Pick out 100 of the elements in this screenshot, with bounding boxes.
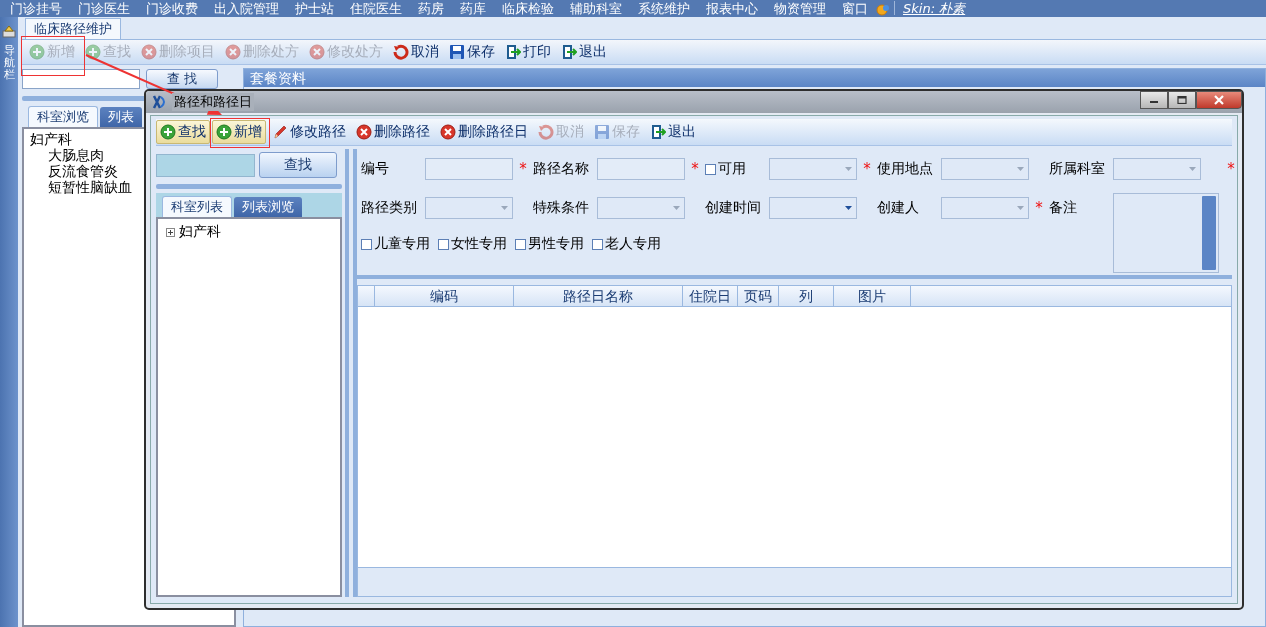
menu-item[interactable]: 辅助科室 (562, 2, 630, 15)
field-label: 备注 (1049, 199, 1078, 217)
menu-item[interactable]: 系统维护 (630, 2, 698, 15)
dropdown-field[interactable] (597, 197, 685, 219)
toolbar-button[interactable]: 打印 (501, 40, 555, 64)
plus-icon (85, 44, 101, 60)
exit-icon (561, 44, 577, 60)
panel-tab[interactable]: 列表 (100, 107, 142, 127)
delete-icon (225, 44, 241, 60)
column-header[interactable]: 路径日名称 (514, 286, 683, 306)
text-field[interactable] (425, 158, 513, 180)
search-field[interactable] (22, 69, 140, 89)
menu-item[interactable]: 住院医生 (342, 2, 410, 15)
checkbox-label: 男性专用 (528, 235, 584, 253)
caret-icon (845, 167, 852, 171)
undo-icon (393, 44, 409, 60)
menu-item[interactable]: 物资管理 (766, 2, 834, 15)
toolbar-button[interactable]: 删除路径日 (436, 120, 532, 144)
text-field[interactable] (597, 158, 685, 180)
maximize-icon (1177, 96, 1187, 104)
toolbar-button[interactable]: 删除路径 (352, 120, 434, 144)
checkbox[interactable] (361, 238, 372, 250)
field-label: 路径类别 (361, 199, 418, 217)
menu-item[interactable]: 门诊收费 (138, 2, 206, 15)
toolbar-button[interactable]: 修改路径 (268, 120, 350, 144)
notes-field[interactable] (1113, 193, 1219, 273)
plus-icon (29, 44, 45, 60)
dropdown-field[interactable] (941, 197, 1029, 219)
exit-icon (505, 44, 521, 60)
column-header[interactable]: 页码 (738, 286, 779, 306)
checkbox-label: 儿童专用 (374, 235, 430, 253)
caret-icon (845, 206, 852, 210)
menu-item[interactable]: 临床检验 (494, 2, 562, 15)
toolbar-button[interactable]: 保存 (445, 40, 499, 64)
menu-item[interactable]: 窗口 (834, 2, 876, 15)
column-header[interactable]: 图片 (834, 286, 911, 306)
required-mark: * (862, 160, 872, 178)
panel-tab[interactable]: 科室浏览 (28, 106, 98, 127)
field-label: 使用地点 (877, 160, 934, 178)
checkbox[interactable] (592, 238, 603, 250)
scrollbar[interactable] (1202, 196, 1216, 270)
close-icon (1213, 95, 1225, 105)
tree-item[interactable]: 妇产科 (179, 223, 221, 239)
expand-toggle[interactable] (166, 227, 175, 237)
minimize-button[interactable] (1140, 91, 1168, 109)
panel-tab[interactable]: 列表浏览 (234, 197, 302, 217)
app-logo-icon (152, 94, 168, 110)
field-label: 特殊条件 (533, 199, 590, 217)
caret-icon (1017, 206, 1024, 210)
skin-link[interactable]: Skin: 朴素 (903, 2, 966, 15)
dropdown-field[interactable] (425, 197, 513, 219)
caret-icon (673, 206, 680, 210)
column-header[interactable]: 列 (779, 286, 834, 306)
close-button[interactable] (1196, 91, 1242, 109)
field-label: 所属科室 (1049, 160, 1106, 178)
required-mark: * (1034, 199, 1044, 217)
dropdown-field[interactable] (941, 158, 1029, 180)
document-tab[interactable]: 临床路径维护 (25, 18, 121, 39)
toolbar-button[interactable]: 退出 (557, 40, 611, 64)
navigation-label[interactable]: 导航栏 (3, 45, 15, 82)
toolbar-button[interactable]: 查找 (156, 120, 210, 144)
save-icon (594, 124, 610, 140)
splitter-handle[interactable] (156, 184, 342, 189)
field-label: 路径名称 (533, 160, 590, 178)
menu-item[interactable]: 出入院管理 (206, 2, 287, 15)
maximize-button[interactable] (1168, 91, 1196, 109)
plus-icon (160, 124, 176, 140)
menu-item[interactable]: 报表中心 (698, 2, 766, 15)
caret-icon (1017, 167, 1024, 171)
date-picker[interactable] (769, 197, 857, 219)
panel-tab[interactable]: 科室列表 (162, 196, 232, 217)
menu-item[interactable]: 门诊医生 (70, 2, 138, 15)
menu-item[interactable]: 门诊挂号 (2, 2, 70, 15)
toolbar-button[interactable]: 取消 (389, 40, 443, 64)
checkbox[interactable] (515, 238, 526, 250)
dropdown-field[interactable] (1113, 158, 1201, 180)
checkbox-label: 女性专用 (451, 235, 507, 253)
home-icon (2, 25, 16, 39)
toolbar-button[interactable]: 新增 (212, 120, 266, 144)
toolbar-button[interactable]: 退出 (646, 120, 700, 144)
delete-icon (141, 44, 157, 60)
search-button[interactable]: 查 找 (146, 69, 218, 89)
checkbox-label: 老人专用 (605, 235, 661, 253)
dialog-title: 路径和路径日 (172, 93, 254, 111)
menu-item[interactable]: 药库 (452, 2, 494, 15)
checkbox-label: 可用 (718, 160, 746, 178)
column-header[interactable]: 编码 (375, 286, 514, 306)
required-mark: * (518, 160, 528, 178)
menu-item[interactable]: 药房 (410, 2, 452, 15)
search-button[interactable]: 查找 (259, 152, 337, 178)
column-header[interactable]: 住院日 (683, 286, 738, 306)
dropdown-field[interactable] (769, 158, 857, 180)
undo-icon (538, 124, 554, 140)
pencil-icon (272, 124, 288, 140)
checkbox[interactable] (705, 163, 716, 175)
caret-icon (1189, 167, 1196, 171)
menu-item[interactable]: 护士站 (287, 2, 342, 15)
checkbox[interactable] (438, 238, 449, 250)
help-icon (876, 3, 890, 17)
search-field[interactable] (156, 153, 255, 177)
